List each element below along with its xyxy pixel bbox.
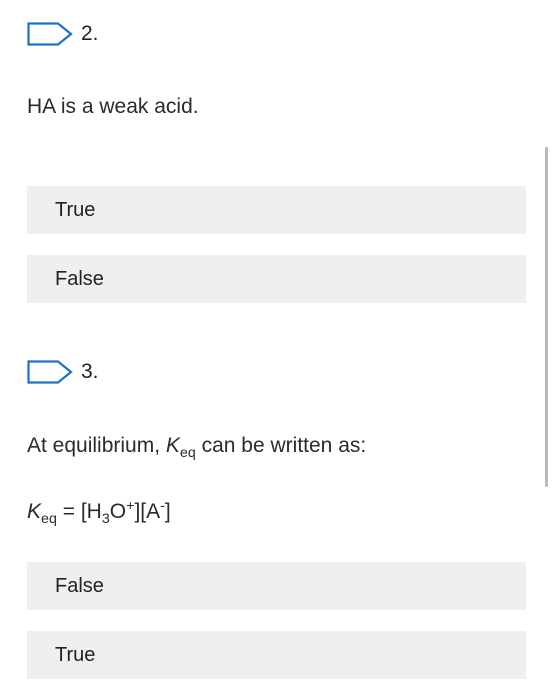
eq-k-subscript: eq: [41, 510, 57, 527]
question-3-option-false[interactable]: False: [27, 562, 526, 610]
question-2-option-false[interactable]: False: [27, 255, 526, 303]
option-label: False: [55, 267, 104, 290]
scrollbar[interactable]: [545, 147, 548, 487]
question-3-equation: Keq = [H3O+][A-]: [27, 498, 171, 527]
question-2-option-true[interactable]: True: [27, 186, 526, 234]
flag-outline-icon[interactable]: [27, 22, 73, 46]
eq-o: O: [109, 499, 127, 523]
eq-k-symbol: K: [27, 499, 42, 523]
question-2-text: HA is a weak acid.: [27, 95, 199, 118]
eq-equals-h: = [H: [56, 499, 102, 523]
question-number: 2.: [81, 22, 99, 45]
eq-close-bracket: ]: [164, 499, 171, 523]
eq-a-bracket: ][A: [134, 499, 161, 523]
question-number: 3.: [81, 360, 99, 383]
question-text-prefix: At equilibrium,: [27, 434, 166, 457]
eq-h-subscript: 3: [101, 510, 110, 527]
question-3-header: 3.: [27, 360, 99, 384]
question-text-suffix: can be written as:: [195, 434, 367, 457]
option-label: True: [55, 198, 96, 221]
k-symbol: K: [165, 434, 180, 457]
question-2-header: 2.: [27, 22, 99, 46]
quiz-page: 2. HA is a weak acid. True False 3. At e…: [0, 0, 554, 700]
question-3-option-true[interactable]: True: [27, 631, 526, 679]
question-3-text: At equilibrium, Keq can be written as:: [27, 434, 366, 461]
option-label: True: [55, 643, 96, 666]
option-label: False: [55, 574, 104, 597]
k-subscript: eq: [179, 444, 196, 461]
flag-outline-icon[interactable]: [27, 360, 73, 384]
